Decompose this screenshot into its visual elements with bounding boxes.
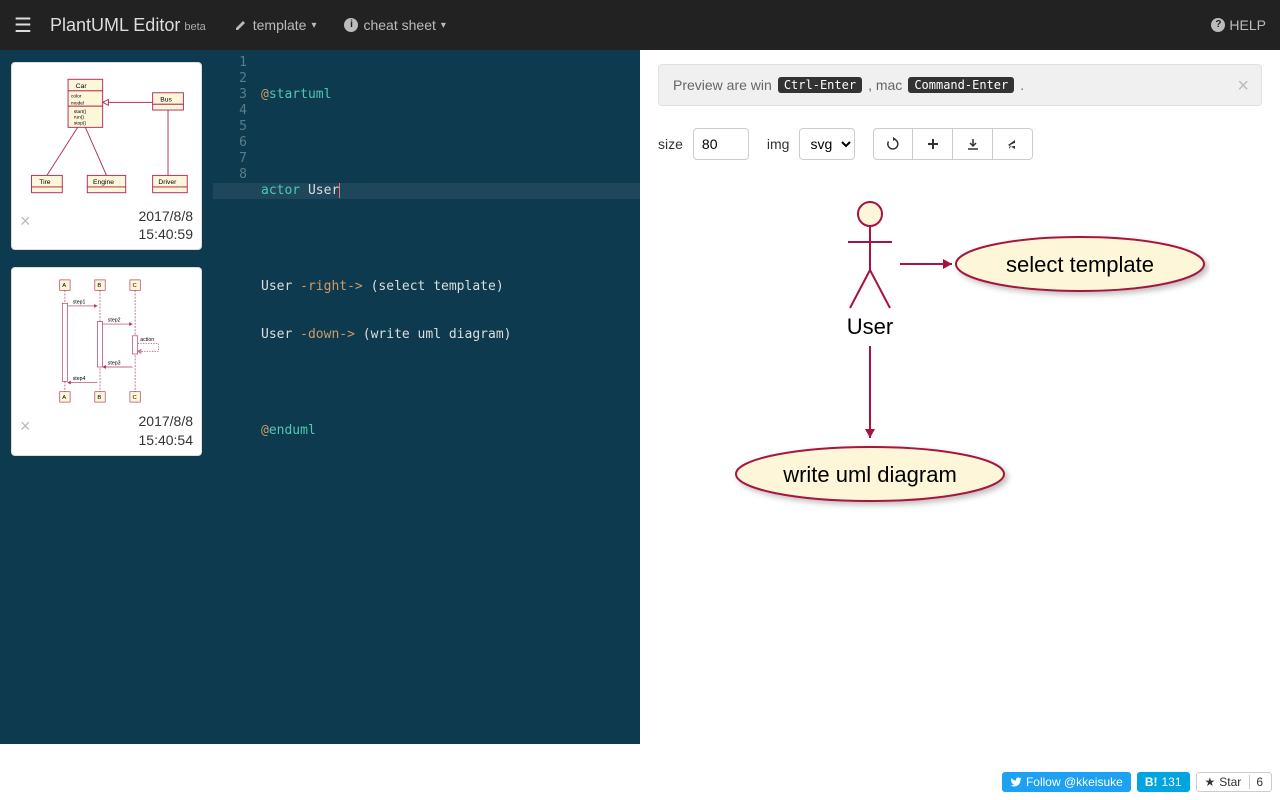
code-editor[interactable]: 12345678 @startuml actor User User -righ… — [213, 50, 640, 744]
svg-text:start(): start() — [74, 109, 87, 115]
template-label: template — [253, 17, 307, 33]
svg-text:run(): run() — [74, 115, 85, 121]
add-button[interactable] — [913, 128, 953, 160]
size-label: size — [658, 136, 683, 152]
svg-text:write uml diagram: write uml diagram — [782, 462, 957, 487]
svg-text:Driver: Driver — [158, 179, 177, 186]
twitter-icon — [1010, 776, 1022, 788]
caret-down-icon: ▾ — [441, 20, 446, 31]
template-dropdown[interactable]: template ▾ — [234, 17, 317, 33]
refresh-button[interactable] — [873, 128, 913, 160]
timestamp: 2017/8/8 15:40:54 — [139, 412, 194, 448]
twitter-follow-button[interactable]: Follow @kkeisuke — [1002, 772, 1131, 792]
star-icon: ★ — [1205, 775, 1216, 789]
close-icon[interactable]: × — [1237, 75, 1249, 98]
svg-text:A: A — [62, 283, 66, 289]
size-input[interactable] — [693, 128, 749, 160]
code-content[interactable]: @startuml actor User User -right-> (sele… — [261, 55, 634, 471]
svg-text:C: C — [133, 395, 137, 401]
footer-badges: Follow @kkeisuke B!131 ★ Star 6 — [1002, 772, 1272, 792]
kbd-ctrl-enter: Ctrl-Enter — [778, 77, 862, 93]
thumbnail-sequence-diagram: A B C step1 step2 action step3 — [20, 276, 193, 406]
plus-icon — [926, 137, 940, 151]
thumbnail-class-diagram: Car color model start() run() stop() Bus — [20, 71, 193, 201]
github-star-button[interactable]: ★ Star 6 — [1196, 772, 1272, 792]
question-icon: ? — [1211, 18, 1225, 32]
svg-text:Tire: Tire — [39, 179, 51, 186]
share-icon — [1006, 137, 1020, 151]
svg-text:Bus: Bus — [160, 96, 172, 103]
download-button[interactable] — [953, 128, 993, 160]
timestamp: 2017/8/8 15:40:59 — [139, 207, 194, 243]
hint-box: Preview are win Ctrl-Enter , mac Command… — [658, 64, 1262, 106]
close-icon[interactable]: × — [20, 207, 31, 232]
line-gutter: 12345678 — [213, 50, 253, 183]
svg-text:B: B — [97, 283, 101, 289]
svg-text:User: User — [847, 314, 893, 339]
svg-text:action: action — [140, 337, 154, 343]
help-link[interactable]: ? HELP — [1211, 17, 1266, 33]
pencil-icon — [234, 18, 248, 32]
hint-text: Preview are win — [673, 77, 772, 93]
svg-text:step2: step2 — [108, 318, 121, 324]
help-label: HELP — [1229, 17, 1266, 33]
svg-text:B: B — [97, 395, 101, 401]
preview-toolbar: size img svg — [658, 128, 1262, 160]
svg-text:stop(): stop() — [74, 120, 87, 126]
caret-down-icon: ▾ — [311, 20, 316, 31]
svg-text:model: model — [71, 100, 84, 106]
cheatsheet-dropdown[interactable]: i cheat sheet ▾ — [344, 17, 445, 33]
svg-text:step1: step1 — [73, 300, 86, 306]
beta-badge: beta — [184, 21, 205, 33]
svg-text:select template: select template — [1006, 252, 1154, 277]
svg-text:A: A — [62, 395, 66, 401]
preview-pane: Preview are win Ctrl-Enter , mac Command… — [640, 50, 1280, 744]
img-label: img — [767, 136, 790, 152]
kbd-cmd-enter: Command-Enter — [908, 77, 1014, 93]
img-format-select[interactable]: svg — [799, 128, 855, 160]
info-icon: i — [344, 18, 358, 32]
history-card[interactable]: A B C step1 step2 action step3 — [11, 267, 202, 455]
share-button[interactable] — [993, 128, 1033, 160]
svg-text:step4: step4 — [73, 376, 86, 382]
svg-text:C: C — [133, 283, 137, 289]
uml-diagram: select template User write uml diagram — [658, 200, 1262, 540]
svg-text:Engine: Engine — [93, 179, 114, 186]
app-title: PlantUML Editor — [50, 15, 180, 36]
svg-text:step3: step3 — [108, 361, 121, 367]
hatena-button[interactable]: B!131 — [1137, 772, 1190, 792]
cheatsheet-label: cheat sheet — [363, 17, 435, 33]
hamburger-icon[interactable]: ☰ — [14, 13, 32, 38]
svg-text:color: color — [71, 94, 82, 100]
history-card[interactable]: Car color model start() run() stop() Bus — [11, 62, 202, 250]
download-icon — [966, 137, 980, 151]
svg-text:Car: Car — [76, 83, 88, 90]
sidebar: Car color model start() run() stop() Bus — [0, 50, 213, 744]
close-icon[interactable]: × — [20, 412, 31, 437]
navbar: ☰ PlantUML Editor beta template ▾ i chea… — [0, 0, 1280, 50]
refresh-icon — [886, 137, 900, 151]
